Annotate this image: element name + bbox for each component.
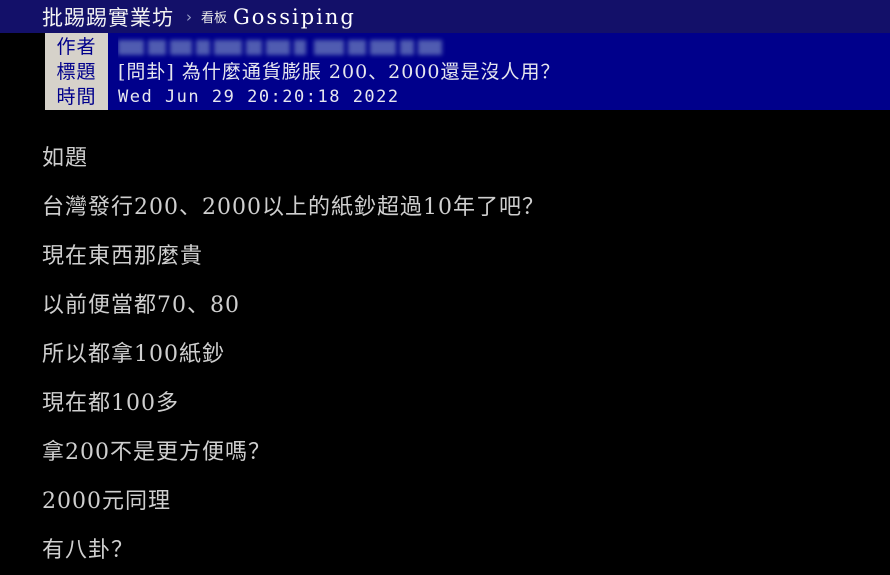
article-paragraph: 現在都100多 <box>42 391 179 416</box>
article-meta-header: 作者 標題 時間 [問卦] 為什麼通貨膨脹 200、2000還是沒人用？ Wed… <box>45 33 890 110</box>
article-paragraph: 以前便當都70、80 <box>42 293 240 318</box>
article-meta-label-column: 作者 標題 時間 <box>45 33 108 110</box>
title-value: [問卦] 為什麼通貨膨脹 200、2000還是沒人用？ <box>118 60 561 83</box>
author-label: 作者 <box>56 35 97 58</box>
breadcrumb-separator-icon: › <box>186 7 192 26</box>
article-paragraph: 台灣發行200、2000以上的紙鈔超過10年了吧？ <box>42 195 545 220</box>
article-body: 如題 台灣發行200、2000以上的紙鈔超過10年了吧？ 現在東西那麼貴 以前便… <box>0 110 890 568</box>
top-navigation-bar: 批踢踢實業坊 › 看板 Gossiping <box>0 0 890 33</box>
time-value: Wed Jun 29 20:20:18 2022 <box>118 86 400 107</box>
author-value-censored <box>118 35 448 60</box>
board-prefix-label: 看板 <box>201 11 228 26</box>
article-paragraph: 現在東西那麼貴 <box>42 244 204 269</box>
site-brand-link[interactable]: 批踢踢實業坊 <box>42 2 174 32</box>
board-name-link[interactable]: Gossiping <box>233 5 356 29</box>
article-paragraph: 拿200不是更方便嗎？ <box>42 440 271 465</box>
time-label: 時間 <box>56 85 97 108</box>
article-meta-value-column: [問卦] 為什麼通貨膨脹 200、2000還是沒人用？ Wed Jun 29 2… <box>108 33 890 110</box>
title-label: 標題 <box>56 60 97 83</box>
article-paragraph: 所以都拿100紙鈔 <box>42 342 225 367</box>
article-paragraph: 2000元同理 <box>42 489 171 514</box>
article-paragraph: 如題 <box>42 146 89 171</box>
